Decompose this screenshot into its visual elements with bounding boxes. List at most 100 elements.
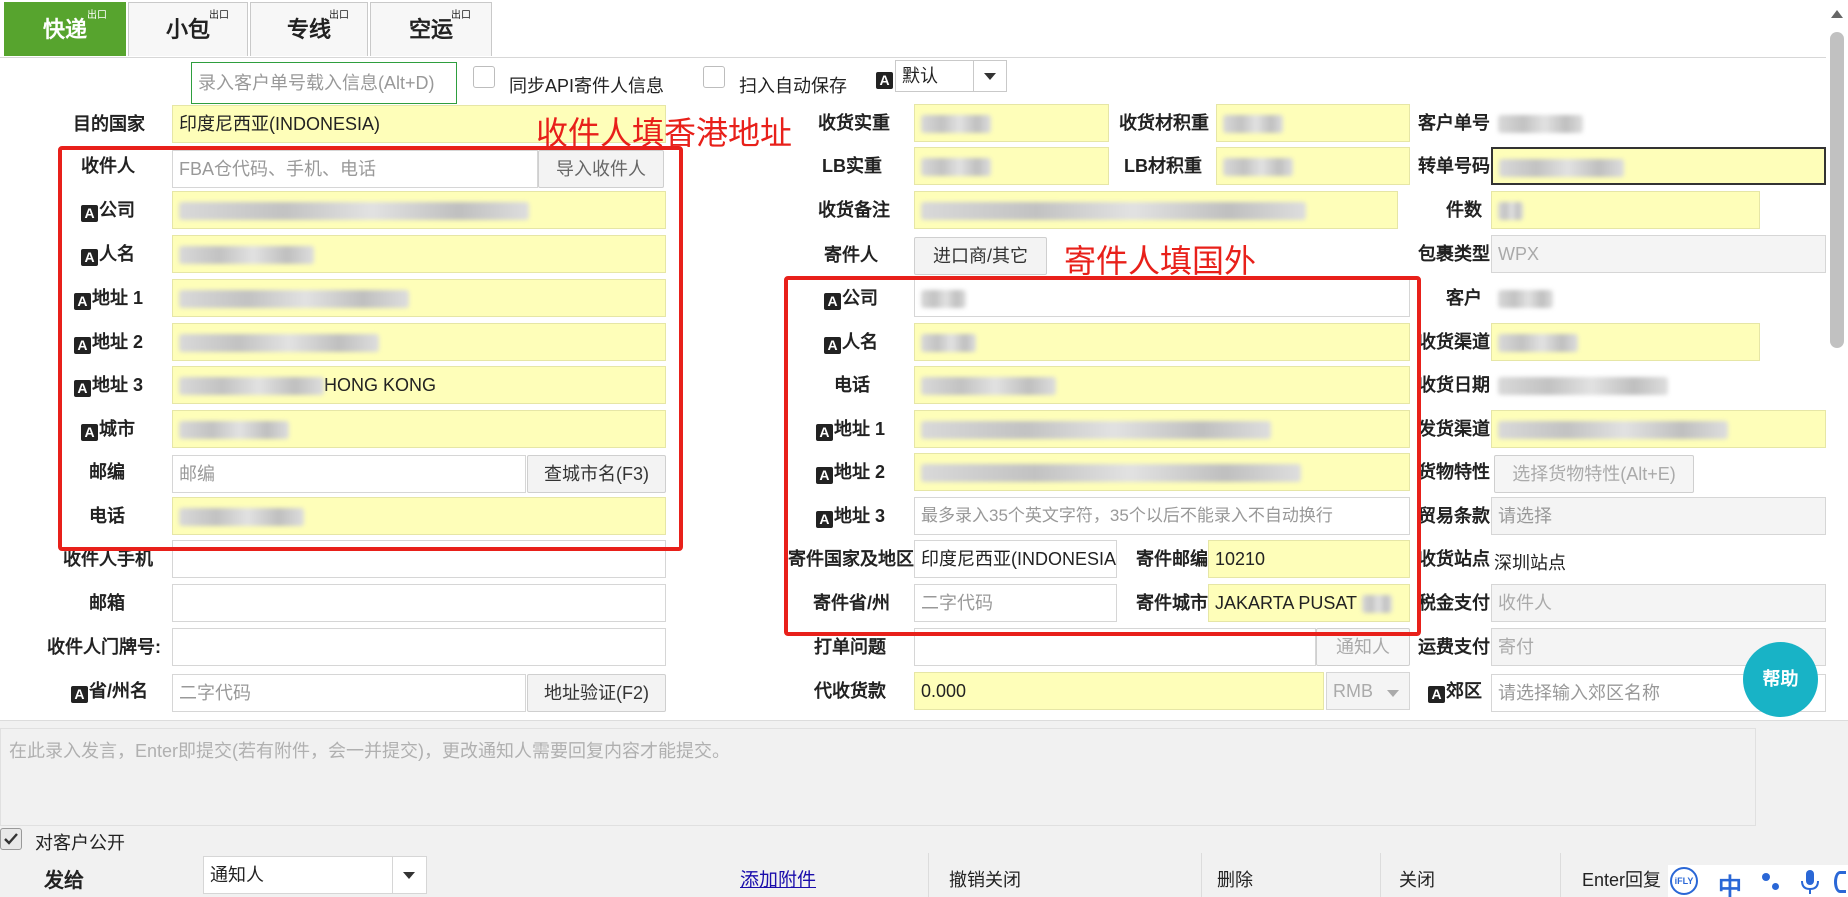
freight-payment-label: 运费支付 [1418, 637, 1490, 657]
receive-volume-weight-field[interactable] [1216, 104, 1410, 142]
redacted-value [1498, 115, 1583, 134]
redacted-value [1498, 377, 1668, 396]
package-type-label: 包裹类型 [1418, 244, 1490, 264]
tab-sup: 出口 [87, 10, 107, 21]
load-customer-order-input[interactable]: 录入客户单号载入信息(Alt+D) [191, 62, 457, 104]
undo-close-button[interactable]: 撤销关闭 [949, 866, 1021, 892]
sync-api-checkbox[interactable] [473, 66, 495, 88]
user-icon[interactable] [1834, 871, 1846, 893]
customer-order-no-field[interactable] [1491, 104, 1691, 142]
microphone-icon[interactable] [1800, 869, 1820, 895]
receive-date-field[interactable] [1491, 366, 1741, 404]
help-button[interactable]: 帮助 [1743, 642, 1818, 717]
transfer-no-field[interactable] [1491, 147, 1826, 185]
a-badge-text: A [876, 72, 893, 89]
receive-date-label: 收货日期 [1418, 375, 1490, 395]
close-button[interactable]: 关闭 [1399, 866, 1435, 892]
package-type-select[interactable]: WPX [1491, 235, 1826, 273]
redacted-value [1498, 334, 1578, 353]
customer-order-no-label: 客户单号 [1418, 113, 1490, 133]
lb-volume-weight-field[interactable] [1216, 147, 1410, 185]
divider [1560, 853, 1561, 897]
send-to-value: 通知人 [210, 865, 264, 885]
trade-terms-label: 贸易条款 [1418, 506, 1490, 526]
scrollbar-thumb[interactable] [1830, 32, 1844, 348]
recipient-annotation-text: 收件人填香港地址 [536, 115, 793, 151]
importer-other-button[interactable]: 进口商/其它 [914, 237, 1047, 275]
tab-air-freight[interactable]: 空运 出口 [370, 2, 492, 56]
product-tab-bar: 快递 出口 小包 出口 专线 出口 空运 出口 [0, 0, 1826, 58]
receive-channel-field[interactable] [1491, 323, 1760, 361]
tab-dedicated-line[interactable]: 专线 出口 [250, 2, 368, 56]
customer-field[interactable] [1491, 279, 1691, 317]
door-number-label: 收件人门牌号: [47, 637, 161, 657]
enter-reply-button[interactable]: Enter回复 [1582, 866, 1661, 892]
vertical-scrollbar[interactable] [1826, 0, 1848, 720]
chevron-down-icon [984, 73, 996, 80]
tab-express[interactable]: 快递 出口 [4, 2, 126, 56]
receive-note-label: 收货备注 [818, 200, 890, 220]
public-label: 对客户公开 [35, 833, 125, 853]
recipient-annotation-box [58, 146, 683, 551]
redacted-value [921, 115, 991, 134]
goods-attribute-button[interactable]: 选择货物特性(Alt+E) [1494, 455, 1694, 493]
auto-save-checkbox[interactable] [703, 66, 725, 88]
redacted-value [1498, 290, 1553, 309]
cod-label: 代收货款 [814, 681, 886, 701]
add-attachment-link[interactable]: 添加附件 [740, 865, 816, 892]
a-icon: A [70, 686, 88, 703]
send-to-label: 发给 [44, 870, 84, 892]
auto-save-label: 扫入自动保存 [739, 76, 847, 96]
tab-label: 小包 [165, 17, 210, 42]
receive-volume-weight-label: 收货材积重 [1119, 113, 1209, 133]
cod-amount-field[interactable]: 0.000 [914, 672, 1324, 710]
lb-weight-field[interactable] [914, 147, 1109, 185]
dest-country-label: 目的国家 [73, 114, 145, 134]
punctuation-icon-dot [1772, 883, 1779, 890]
receive-weight-field[interactable] [914, 104, 1109, 142]
check-icon [4, 833, 18, 845]
tab-sup: 出口 [329, 10, 349, 21]
divider [1201, 853, 1202, 897]
comment-input[interactable]: 在此录入发言，Enter即提交(若有附件，会一并提交)，更改通知人需要回复内容才… [0, 728, 1756, 826]
chevron-down-icon [1387, 690, 1399, 697]
receive-note-field[interactable] [914, 191, 1398, 229]
public-checkbox[interactable] [0, 828, 22, 850]
ime-lang-toggle[interactable]: 中 [1718, 867, 1742, 897]
currency-value: RMB [1333, 681, 1373, 701]
tab-small-parcel[interactable]: 小包 出口 [128, 2, 248, 56]
delete-button[interactable]: 删除 [1217, 866, 1253, 892]
redacted-value [921, 202, 1306, 221]
punctuation-icon[interactable] [1762, 873, 1770, 881]
divider [928, 853, 929, 897]
redacted-value [1498, 202, 1523, 221]
tax-payment-select[interactable]: 收件人 [1491, 584, 1826, 622]
sender-annotation-text: 寄件人填国外 [1064, 243, 1257, 279]
order-entry-window: 快递 出口 小包 出口 专线 出口 空运 出口 录入客户单号载入信息(Alt+D) 同步… [0, 0, 1848, 897]
trade-terms-select[interactable]: 请选择 [1491, 497, 1826, 535]
scroll-up-icon[interactable] [1831, 10, 1843, 18]
tab-label: 专线 [286, 17, 331, 42]
tab-label: 空运 [408, 17, 453, 42]
ime-toolbar: iFLY 中 [1668, 865, 1848, 897]
sync-api-label: 同步API寄件人信息 [509, 76, 665, 96]
template-dropdown-button[interactable] [973, 61, 1006, 91]
tab-sup: 出口 [451, 10, 471, 21]
label-text: 郊区 [1446, 681, 1482, 701]
a-icon: A [1428, 686, 1445, 703]
pieces-field[interactable] [1491, 191, 1760, 229]
email-input[interactable] [172, 584, 666, 622]
label-text: 省/州名 [88, 681, 148, 701]
chevron-down-icon [403, 872, 415, 879]
door-number-input[interactable] [172, 628, 666, 666]
address-verify-button[interactable]: 地址验证(F2) [527, 674, 666, 712]
receive-site-value: 深圳站点 [1494, 553, 1566, 573]
ship-channel-field[interactable] [1491, 410, 1826, 448]
receive-site-label: 收货站点 [1418, 549, 1490, 569]
receive-channel-label: 收货渠道 [1418, 332, 1490, 352]
send-to-dropdown-button[interactable] [392, 857, 426, 893]
email-label: 邮箱 [89, 593, 125, 613]
redacted-value [921, 158, 991, 177]
ifly-logo-icon[interactable]: iFLY [1670, 867, 1698, 895]
province-input[interactable]: 二字代码 [172, 674, 526, 712]
